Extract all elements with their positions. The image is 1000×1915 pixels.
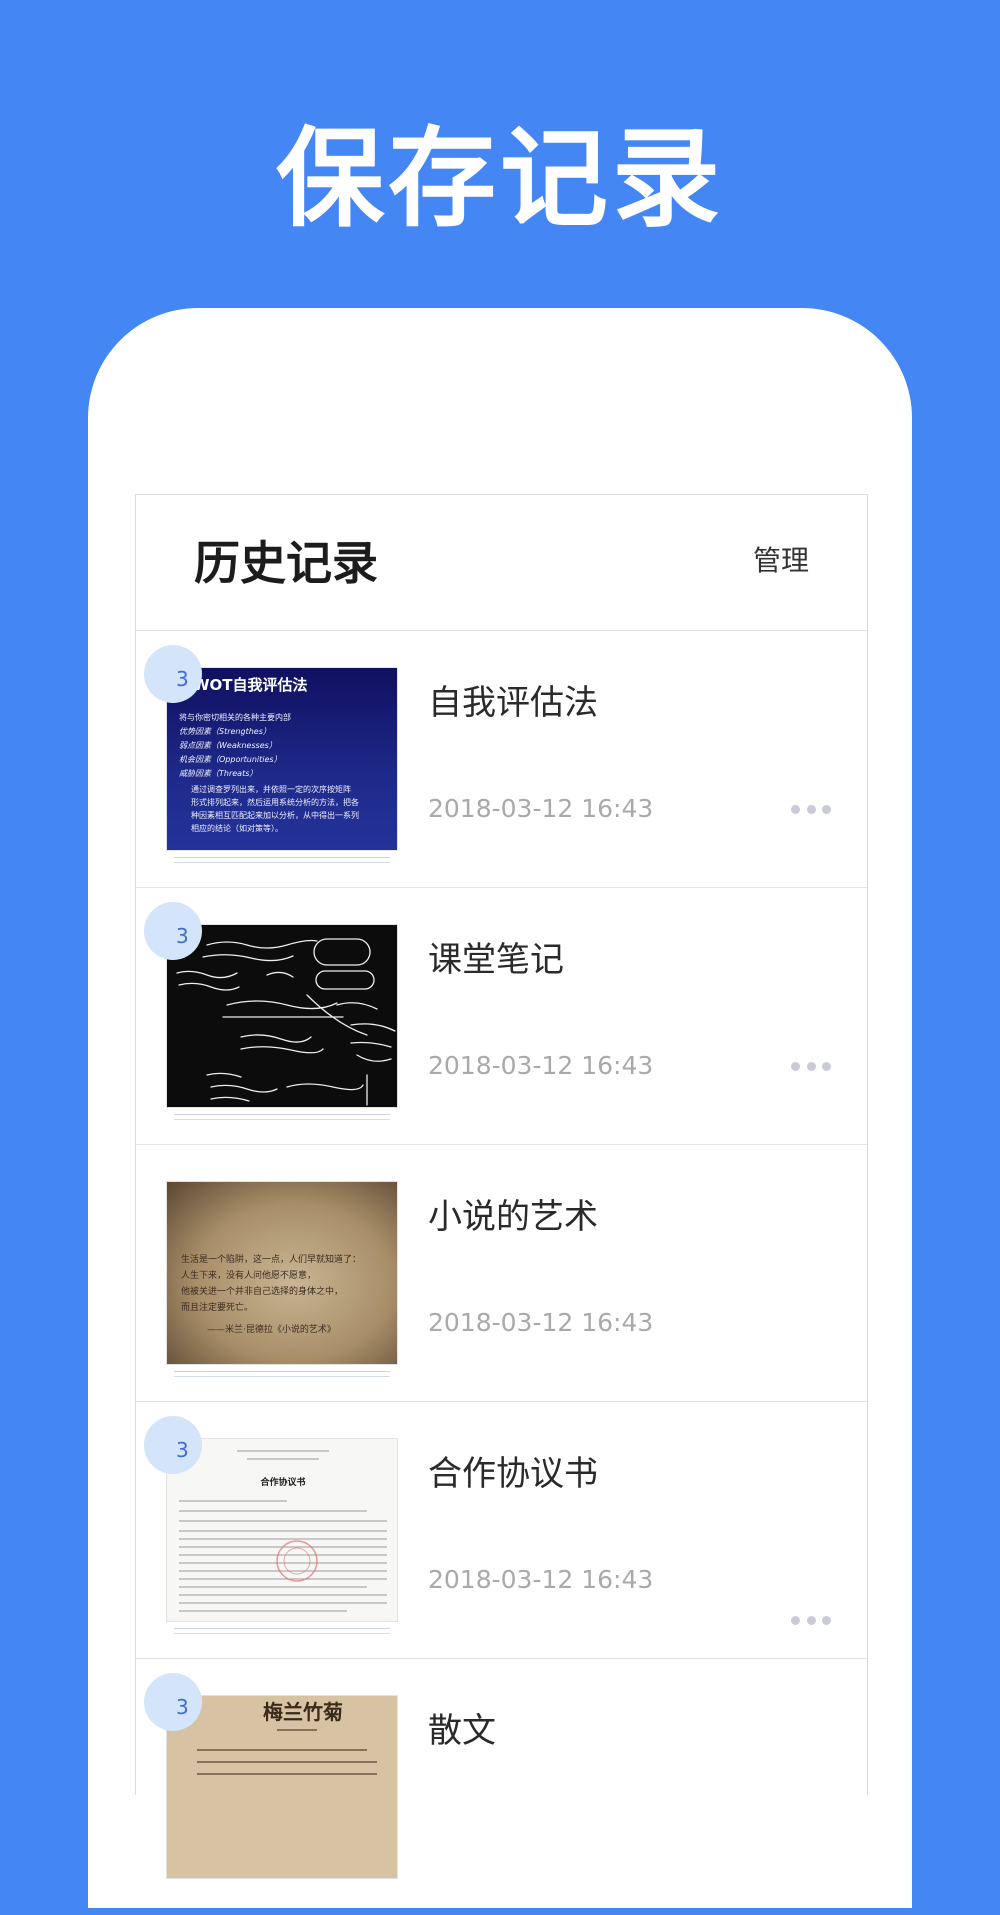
history-item[interactable]: WOT自我评估法 将与你密切相关的各种主要内部 优势因素（Strengthes）…: [136, 631, 867, 888]
thumbnail-line: 生活是一个陷阱，这一点，人们早就知道了：: [181, 1255, 362, 1265]
thumbnail-line: 种因素相互匹配起来加以分析，从中得出一系列: [191, 811, 359, 820]
document-lines-drawing: [179, 1450, 387, 1612]
item-date: 2018-03-12 16:43: [428, 794, 654, 823]
more-options-button[interactable]: [791, 1612, 831, 1628]
more-options-button[interactable]: [791, 1058, 831, 1074]
item-title: 散文: [428, 1711, 496, 1751]
more-dot-icon: [791, 1615, 800, 1625]
thumbnail-line: 通过调查罗列出来，并依照一定的次序按矩阵: [191, 785, 351, 794]
thumbnail-image: WOT自我评估法 将与你密切相关的各种主要内部 优势因素（Strengthes）…: [166, 667, 398, 851]
thumbnail[interactable]: 生活是一个陷阱，这一点，人们早就知道了： 人生下来，没有人问他愿不愿意， 他被关…: [166, 1181, 398, 1377]
page-stack-edge: [174, 857, 390, 863]
thumbnail[interactable]: 3: [144, 902, 398, 1120]
thumbnail-line: 人生下来，没有人问他愿不愿意，: [181, 1271, 317, 1281]
history-item[interactable]: 梅兰竹菊 3 散文: [136, 1659, 867, 1915]
history-item[interactable]: 生活是一个陷阱，这一点，人们早就知道了： 人生下来，没有人问他愿不愿意， 他被关…: [136, 1145, 867, 1402]
thumbnail-line: 他被关进一个并非自己选择的身体之中，: [181, 1287, 344, 1297]
page-count-badge: 3: [144, 1416, 202, 1474]
thumbnail-line: 机会因素（Opportunities）: [179, 755, 282, 764]
more-dot-icon: [806, 1615, 816, 1625]
chalk-notes-drawing: [176, 938, 396, 1106]
thumbnail-line: 相应的结论（如对策等）。: [191, 824, 283, 833]
page-count-badge: 3: [144, 645, 202, 703]
history-item[interactable]: 3 课堂笔记 2018-03-12 16:43: [136, 888, 867, 1145]
more-dot-icon: [822, 1061, 831, 1071]
thumbnail-image: 梅兰竹菊: [166, 1695, 398, 1879]
page-count-badge: 3: [144, 1673, 202, 1731]
more-dot-icon: [791, 804, 800, 814]
page-stack-edge: [174, 1114, 390, 1120]
item-title: 合作协议书: [428, 1454, 598, 1494]
item-title: 课堂笔记: [428, 940, 564, 980]
more-dot-icon: [822, 804, 831, 814]
thumbnail-image: 生活是一个陷阱，这一点，人们早就知道了： 人生下来，没有人问他愿不愿意， 他被关…: [166, 1181, 398, 1365]
more-options-button[interactable]: [791, 801, 831, 817]
thumbnail-line: 而且注定要死亡。: [181, 1303, 254, 1313]
thumbnail-line: 威胁因素（Threats）: [179, 769, 258, 778]
item-date: 2018-03-12 16:43: [428, 1051, 654, 1080]
item-title: 小说的艺术: [428, 1197, 598, 1237]
screen-title: 历史记录: [194, 536, 378, 590]
thumbnail-heading: WOT自我评估法: [193, 676, 308, 694]
screen-header: 历史记录 管理: [136, 495, 867, 631]
thumbnail-line: 弱点因素（Weaknesses）: [179, 741, 277, 750]
manage-button[interactable]: 管理: [753, 539, 809, 583]
item-title: 自我评估法: [428, 683, 598, 723]
poem-lines-drawing: [197, 1729, 377, 1775]
thumbnail[interactable]: 合作协议书 3: [144, 1416, 398, 1634]
thumbnail-image: 合作协议书: [166, 1438, 398, 1622]
item-date: 2018-03-12 16:43: [428, 1308, 654, 1337]
thumbnail-line: ——米兰·昆德拉《小说的艺术》: [207, 1325, 336, 1335]
more-dot-icon: [791, 1061, 800, 1071]
more-dot-icon: [806, 804, 816, 814]
page-stack-edge: [174, 1628, 390, 1634]
page-stack-edge: [174, 1371, 390, 1377]
history-item[interactable]: 合作协议书 3 合作协议书 2018-03-12 16:43: [136, 1402, 867, 1659]
thumbnail[interactable]: WOT自我评估法 将与你密切相关的各种主要内部 优势因素（Strengthes）…: [144, 645, 398, 863]
thumbnail-line: 形式排列起来，然后运用系统分析的方法，把各: [191, 798, 359, 807]
page-headline: 保存记录: [275, 117, 724, 242]
thumbnail[interactable]: 梅兰竹菊 3: [144, 1673, 398, 1879]
more-dot-icon: [822, 1615, 831, 1625]
history-screen: 历史记录 管理 WOT自我评估法 将与你密切相关的各种主要内部 优势因素（Str…: [135, 494, 868, 1879]
thumbnail-line: 将与你密切相关的各种主要内部: [179, 713, 291, 722]
item-date: 2018-03-12 16:43: [428, 1565, 654, 1594]
page-count-badge: 3: [144, 902, 202, 960]
thumbnail-image: [166, 924, 398, 1108]
more-dot-icon: [806, 1061, 816, 1071]
thumbnail-line: 优势因素（Strengthes）: [179, 727, 271, 736]
